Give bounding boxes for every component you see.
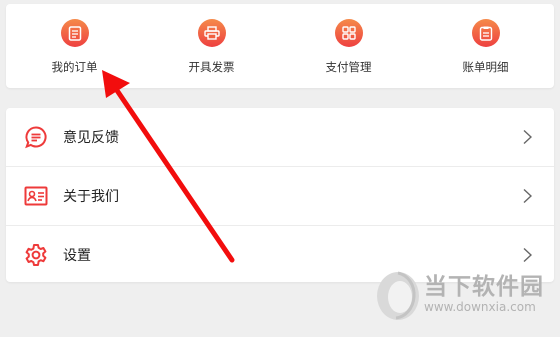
shortcut-label: 账单明细 bbox=[462, 60, 509, 74]
chevron-right-icon bbox=[523, 129, 532, 145]
gear-icon bbox=[22, 241, 50, 269]
chevron-right-icon bbox=[523, 188, 532, 204]
shortcut-label: 我的订单 bbox=[51, 60, 98, 74]
shortcut-my-orders[interactable]: 我的订单 bbox=[6, 4, 143, 88]
id-card-icon bbox=[22, 182, 50, 210]
chat-bubble-icon bbox=[22, 123, 50, 151]
shortcut-grid: 我的订单 开具发票 支付管理 账单明细 bbox=[6, 4, 554, 88]
menu-item-about-us[interactable]: 关于我们 bbox=[6, 166, 554, 225]
grid-icon bbox=[334, 19, 363, 47]
shortcut-label: 支付管理 bbox=[325, 60, 372, 74]
bill-icon bbox=[471, 19, 500, 47]
chevron-right-icon bbox=[523, 247, 532, 263]
watermark-url: www.downxia.com bbox=[424, 300, 536, 314]
shortcut-bill-details[interactable]: 账单明细 bbox=[417, 4, 554, 88]
watermark-name: 当下软件园 bbox=[424, 274, 544, 300]
menu-item-label: 意见反馈 bbox=[63, 130, 119, 146]
printer-icon bbox=[197, 19, 226, 47]
menu-list: 意见反馈 关于我们 设置 bbox=[6, 108, 554, 282]
order-icon bbox=[60, 19, 89, 47]
shortcut-issue-invoice[interactable]: 开具发票 bbox=[143, 4, 280, 88]
watermark: 当下软件园 www.downxia.com bbox=[374, 267, 560, 327]
shortcut-label: 开具发票 bbox=[188, 60, 235, 74]
watermark-logo-icon bbox=[377, 271, 419, 320]
menu-item-label: 关于我们 bbox=[63, 189, 119, 205]
menu-item-feedback[interactable]: 意见反馈 bbox=[6, 108, 554, 166]
shortcut-payment-management[interactable]: 支付管理 bbox=[280, 4, 417, 88]
menu-item-label: 设置 bbox=[63, 248, 91, 264]
